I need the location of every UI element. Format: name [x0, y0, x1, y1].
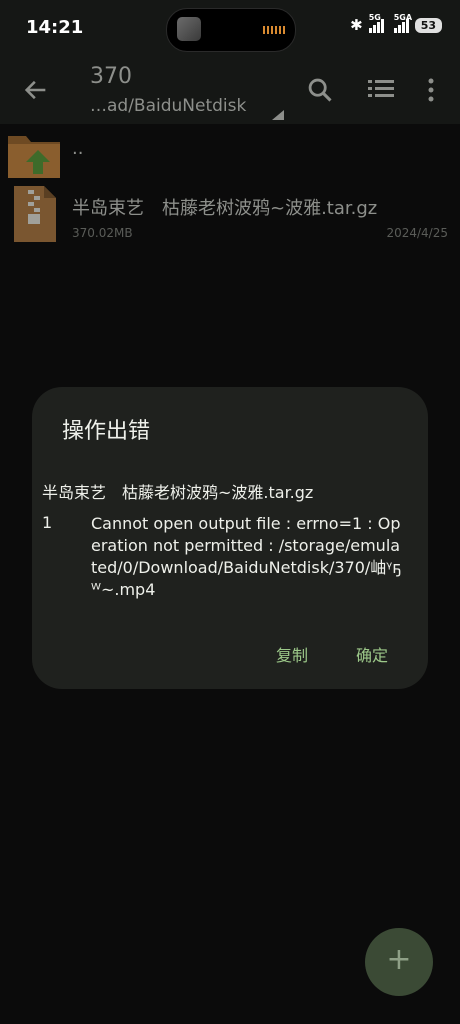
file-name: 半岛束艺 枯藤老树波鸦~波雅.tar.gz	[72, 198, 378, 219]
add-button[interactable]: +	[365, 928, 433, 996]
error-index: 1	[42, 513, 53, 532]
media-thumbnail	[177, 17, 201, 41]
signal-icon: 5GA	[393, 13, 412, 33]
signal-icon: 5G	[368, 13, 384, 33]
path-dropdown-icon[interactable]	[272, 110, 284, 120]
archive-file-icon	[14, 186, 56, 242]
status-bar: 14:21 ✱ 5G 5GA 53	[0, 0, 460, 58]
search-icon[interactable]	[306, 76, 334, 104]
dialog-file-name: 半岛束艺 枯藤老树波鸦~波雅.tar.gz	[42, 483, 314, 502]
list-item-file[interactable]: 半岛束艺 枯藤老树波鸦~波雅.tar.gz 370.02MB 2024/4/25	[0, 184, 460, 244]
copy-button[interactable]: 复制	[276, 642, 308, 666]
path-breadcrumb[interactable]: …ad/BaiduNetdisk	[90, 96, 246, 116]
file-name: ..	[72, 138, 84, 159]
app-bar: 370 …ad/BaiduNetdisk	[0, 58, 460, 124]
file-date: 2024/4/25	[386, 226, 448, 240]
plus-icon: +	[386, 942, 412, 977]
error-dialog: 操作出错 半岛束艺 枯藤老树波鸦~波雅.tar.gz 1 Cannot open…	[32, 387, 428, 689]
status-icons: ✱ 5G 5GA 53	[350, 13, 442, 34]
page-title: 370	[90, 64, 132, 89]
clock: 14:21	[26, 17, 84, 38]
list-view-icon[interactable]	[368, 78, 394, 100]
bluetooth-icon: ✱	[350, 16, 363, 34]
audio-visualizer-icon	[263, 26, 285, 34]
file-size: 370.02MB	[72, 226, 133, 240]
parent-folder-icon	[8, 136, 60, 178]
dialog-title: 操作出错	[62, 419, 151, 444]
ok-button[interactable]: 确定	[356, 642, 388, 666]
back-arrow-icon[interactable]	[22, 76, 50, 104]
error-message: Cannot open output file : errno=1 : Oper…	[91, 514, 401, 599]
list-item-parent[interactable]: ..	[0, 124, 460, 182]
battery-indicator: 53	[414, 17, 442, 33]
dynamic-island[interactable]	[166, 8, 296, 52]
more-options-icon[interactable]	[424, 76, 438, 104]
